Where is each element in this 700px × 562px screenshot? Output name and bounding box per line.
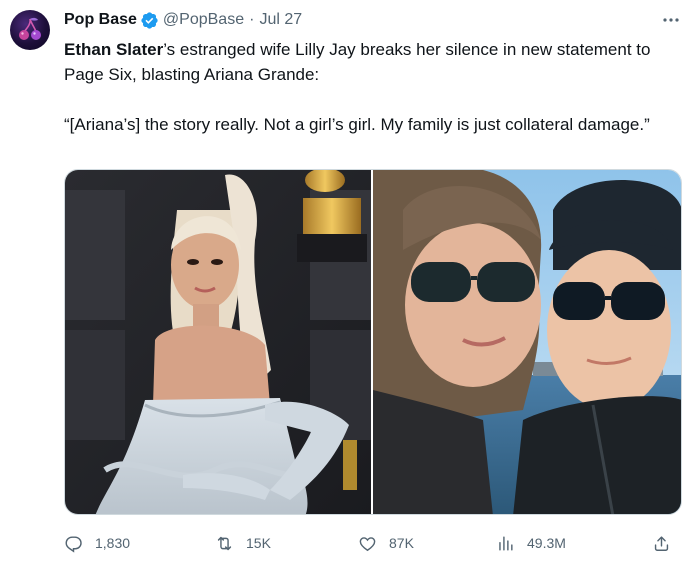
mentioned-name: Ethan Slater xyxy=(64,40,164,59)
avatar[interactable] xyxy=(10,10,50,50)
reply-icon xyxy=(65,535,82,553)
action-bar: 1,830 15K 87K 49.3M xyxy=(64,528,684,558)
reply-count: 1,830 xyxy=(95,535,131,551)
author-handle[interactable]: @PopBase xyxy=(163,11,244,29)
more-dots-icon[interactable] xyxy=(660,10,682,30)
retweet-icon xyxy=(217,536,232,550)
separator-dot: · xyxy=(249,11,255,28)
share-icon xyxy=(654,535,669,551)
photo-selfie-image xyxy=(373,170,681,514)
like-button[interactable]: 87K xyxy=(358,528,414,558)
media-grid[interactable] xyxy=(64,169,682,515)
tweet-paragraph-1: Ethan Slater’s estranged wife Lilly Jay … xyxy=(64,37,684,87)
share-button[interactable] xyxy=(652,528,683,558)
tweet-text: Ethan Slater’s estranged wife Lilly Jay … xyxy=(64,37,684,137)
retweet-count: 15K xyxy=(246,535,271,551)
heart-icon xyxy=(359,536,376,551)
retweet-button[interactable]: 15K xyxy=(215,528,271,558)
photo-selfie[interactable] xyxy=(373,170,681,514)
like-count: 87K xyxy=(389,535,414,551)
tweet-date[interactable]: Jul 27 xyxy=(259,11,302,29)
photo-red-carpet-image xyxy=(65,170,371,514)
tweet-header: Pop Base @PopBase · Jul 27 xyxy=(64,10,302,30)
tweet-quote: “[Ariana’s] the story really. Not a girl… xyxy=(64,115,650,134)
views-count: 49.3M xyxy=(527,535,566,551)
cherry-logo-icon xyxy=(19,17,41,40)
reply-button[interactable]: 1,830 xyxy=(64,528,130,558)
views-chart-icon xyxy=(499,535,513,551)
author-name[interactable]: Pop Base xyxy=(64,11,137,29)
views-button[interactable]: 49.3M xyxy=(496,528,566,558)
photo-red-carpet[interactable] xyxy=(65,170,371,514)
verified-badge-icon xyxy=(141,11,158,29)
